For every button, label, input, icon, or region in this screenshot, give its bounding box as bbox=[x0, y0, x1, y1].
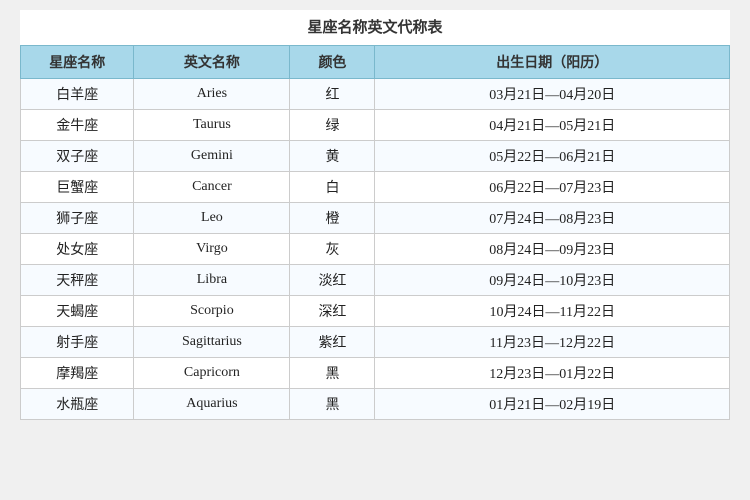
table-row: 射手座Sagittarius紫红11月23日—12月22日 bbox=[21, 327, 730, 358]
cell-en: Virgo bbox=[134, 234, 290, 265]
cell-en: Gemini bbox=[134, 141, 290, 172]
table-row: 摩羯座Capricorn黑12月23日—01月22日 bbox=[21, 358, 730, 389]
cell-date: 08月24日—09月23日 bbox=[375, 234, 730, 265]
cell-en: Sagittarius bbox=[134, 327, 290, 358]
table-header-row: 星座名称 英文名称 颜色 出生日期（阳历） bbox=[21, 46, 730, 79]
cell-zh: 双子座 bbox=[21, 141, 134, 172]
cell-color: 黑 bbox=[290, 358, 375, 389]
cell-en: Taurus bbox=[134, 110, 290, 141]
header-date: 出生日期（阳历） bbox=[375, 46, 730, 79]
cell-zh: 摩羯座 bbox=[21, 358, 134, 389]
cell-color: 橙 bbox=[290, 203, 375, 234]
cell-color: 白 bbox=[290, 172, 375, 203]
cell-date: 07月24日—08月23日 bbox=[375, 203, 730, 234]
main-container: 星座名称英文代称表 星座名称 英文名称 颜色 出生日期（阳历） 白羊座Aries… bbox=[20, 10, 730, 420]
cell-color: 深红 bbox=[290, 296, 375, 327]
table-row: 双子座Gemini黄05月22日—06月21日 bbox=[21, 141, 730, 172]
cell-en: Aries bbox=[134, 79, 290, 110]
cell-zh: 水瓶座 bbox=[21, 389, 134, 420]
cell-date: 11月23日—12月22日 bbox=[375, 327, 730, 358]
cell-color: 黄 bbox=[290, 141, 375, 172]
table-row: 白羊座Aries红03月21日—04月20日 bbox=[21, 79, 730, 110]
cell-zh: 天蝎座 bbox=[21, 296, 134, 327]
zodiac-table: 星座名称 英文名称 颜色 出生日期（阳历） 白羊座Aries红03月21日—04… bbox=[20, 45, 730, 420]
cell-zh: 处女座 bbox=[21, 234, 134, 265]
cell-zh: 金牛座 bbox=[21, 110, 134, 141]
header-color: 颜色 bbox=[290, 46, 375, 79]
cell-date: 10月24日—11月22日 bbox=[375, 296, 730, 327]
page-title: 星座名称英文代称表 bbox=[20, 10, 730, 45]
cell-date: 01月21日—02月19日 bbox=[375, 389, 730, 420]
cell-color: 绿 bbox=[290, 110, 375, 141]
cell-date: 03月21日—04月20日 bbox=[375, 79, 730, 110]
cell-en: Aquarius bbox=[134, 389, 290, 420]
header-en: 英文名称 bbox=[134, 46, 290, 79]
table-row: 巨蟹座Cancer白06月22日—07月23日 bbox=[21, 172, 730, 203]
table-row: 狮子座Leo橙07月24日—08月23日 bbox=[21, 203, 730, 234]
cell-date: 06月22日—07月23日 bbox=[375, 172, 730, 203]
cell-date: 09月24日—10月23日 bbox=[375, 265, 730, 296]
cell-en: Scorpio bbox=[134, 296, 290, 327]
header-zh: 星座名称 bbox=[21, 46, 134, 79]
table-row: 天秤座Libra淡红09月24日—10月23日 bbox=[21, 265, 730, 296]
cell-color: 淡红 bbox=[290, 265, 375, 296]
table-row: 处女座Virgo灰08月24日—09月23日 bbox=[21, 234, 730, 265]
cell-en: Cancer bbox=[134, 172, 290, 203]
cell-color: 红 bbox=[290, 79, 375, 110]
cell-en: Capricorn bbox=[134, 358, 290, 389]
cell-date: 12月23日—01月22日 bbox=[375, 358, 730, 389]
cell-zh: 巨蟹座 bbox=[21, 172, 134, 203]
table-row: 水瓶座Aquarius黑01月21日—02月19日 bbox=[21, 389, 730, 420]
cell-color: 黑 bbox=[290, 389, 375, 420]
table-row: 金牛座Taurus绿04月21日—05月21日 bbox=[21, 110, 730, 141]
cell-color: 灰 bbox=[290, 234, 375, 265]
cell-color: 紫红 bbox=[290, 327, 375, 358]
cell-en: Leo bbox=[134, 203, 290, 234]
cell-en: Libra bbox=[134, 265, 290, 296]
cell-date: 04月21日—05月21日 bbox=[375, 110, 730, 141]
cell-date: 05月22日—06月21日 bbox=[375, 141, 730, 172]
cell-zh: 狮子座 bbox=[21, 203, 134, 234]
cell-zh: 白羊座 bbox=[21, 79, 134, 110]
table-row: 天蝎座Scorpio深红10月24日—11月22日 bbox=[21, 296, 730, 327]
cell-zh: 射手座 bbox=[21, 327, 134, 358]
cell-zh: 天秤座 bbox=[21, 265, 134, 296]
